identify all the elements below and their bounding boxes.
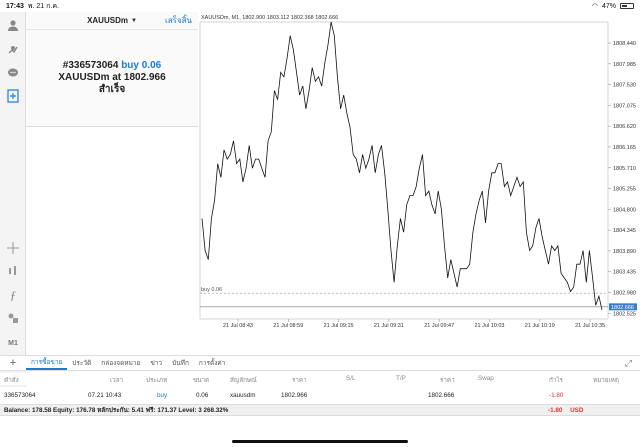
- header-volume: ขนาด: [193, 377, 210, 384]
- last-price-label: 1802.666: [611, 305, 634, 311]
- row-order: 336573064: [4, 392, 36, 399]
- plus-icon[interactable]: +: [0, 357, 26, 369]
- account-icon[interactable]: [4, 16, 22, 34]
- order-price: 1802.966: [123, 72, 166, 83]
- symbol-selector[interactable]: XAUUSDm: [87, 16, 128, 25]
- x-tick-label: 21 Jul 09:15: [324, 323, 354, 329]
- row-type: buy: [157, 392, 168, 399]
- header-price: ราคา: [292, 377, 307, 384]
- y-tick-label: 1804.800: [613, 207, 636, 213]
- y-tick-label: 1803.890: [613, 249, 636, 255]
- battery-percent: 47%: [601, 2, 616, 10]
- trade-result-panel: XAUUSDm ▼ เสร็จสิ้น #336573064 buy 0.06 …: [26, 12, 198, 127]
- y-tick-label: 1805.710: [613, 166, 636, 172]
- tab-mailbox[interactable]: กล่องจดหมาย: [96, 356, 145, 370]
- header-comment: หมายเหตุ: [593, 377, 619, 384]
- trade-signal-icon[interactable]: [4, 40, 22, 58]
- row-symbol: xauusdm: [230, 392, 256, 399]
- status-date: พ. 21 ก.ค.: [27, 2, 59, 10]
- y-tick-label: 1804.345: [613, 228, 636, 234]
- x-tick-label: 21 Jul 08:43: [223, 323, 253, 329]
- y-tick-label: 1807.985: [613, 62, 636, 68]
- done-button[interactable]: เสร็จสิ้น: [165, 14, 192, 27]
- crosshair-icon[interactable]: [4, 239, 22, 257]
- timeframe-m1-icon[interactable]: M1: [4, 334, 22, 352]
- battery-icon: [620, 3, 634, 9]
- x-tick-label: 21 Jul 10:19: [525, 323, 555, 329]
- y-tick-label: 1803.435: [613, 270, 636, 276]
- tab-journal[interactable]: บันทึก: [167, 356, 194, 370]
- header-time: เวลา: [110, 377, 124, 384]
- y-tick-label: 1805.255: [613, 187, 636, 193]
- chart-title: XAUUSDm, M1, 1802.900 1803.112 1802.368 …: [201, 15, 339, 21]
- home-indicator: [232, 440, 408, 443]
- order-result: สำเร็จ: [98, 84, 126, 95]
- y-tick-label: 1807.530: [613, 83, 636, 89]
- indicators-icon[interactable]: [4, 262, 22, 280]
- header-tp: T/P: [396, 375, 406, 382]
- row-cur-price: 1802.666: [428, 392, 455, 399]
- buy-level-label: buy 0.06: [201, 287, 222, 293]
- balance-summary: Balance: 178.58 Equity: 176.78 หลักประกั…: [4, 407, 229, 414]
- chevron-down-icon[interactable]: ▼: [131, 18, 137, 24]
- header-order: คำสั่ง: [4, 377, 19, 384]
- header-profit: กำไร: [549, 377, 563, 384]
- order-symbol-at: XAUUSDm at: [58, 72, 122, 83]
- row-profit: -1.80: [549, 392, 564, 399]
- terminal-tabs: + การซื้อขาย ประวัติ กล่องจดหมาย ข่าว บั…: [0, 355, 640, 371]
- tab-trade[interactable]: การซื้อขาย: [26, 356, 68, 370]
- y-tick-label: 1807.075: [613, 103, 636, 109]
- x-tick-label: 21 Jul 10:03: [475, 323, 505, 329]
- expand-icon[interactable]: ⤢: [625, 358, 632, 369]
- chart-svg[interactable]: 1808.440 1807.985 1807.530 1807.075 1806.620…: [198, 12, 640, 355]
- x-tick-label: 21 Jul 09:47: [424, 323, 454, 329]
- balance-total-profit: -1.80: [548, 406, 563, 414]
- price-series-line: [201, 21, 603, 310]
- tab-history[interactable]: ประวัติ: [67, 356, 96, 370]
- function-icon[interactable]: ƒ: [4, 286, 22, 304]
- balance-currency: USD: [570, 406, 584, 414]
- status-time: 17:43: [6, 2, 24, 10]
- order-side: buy: [121, 60, 139, 71]
- status-bar: 17:43 พ. 21 ก.ค. ◠ 47%: [0, 0, 640, 12]
- order-id: #336573064: [62, 60, 119, 71]
- plot-border: [199, 21, 609, 320]
- left-toolbar: ƒ M1: [0, 12, 26, 387]
- chat-icon[interactable]: [4, 64, 22, 82]
- y-tick-label: 1806.165: [613, 145, 636, 151]
- y-tick-label: 1806.620: [613, 124, 636, 130]
- row-time: 07.21 10:43: [88, 392, 122, 399]
- y-tick-label: 1802.525: [613, 311, 636, 317]
- header-swap: Swap: [478, 375, 494, 382]
- header-type: ประเภท: [146, 377, 168, 384]
- x-tick-label: 21 Jul 08:59: [273, 323, 303, 329]
- x-tick-label: 21 Jul 09:31: [374, 323, 404, 329]
- wifi-icon: ◠: [591, 3, 598, 10]
- header-symbol: สัญลักษณ์: [230, 377, 257, 384]
- table-row[interactable]: 336573064 07.21 10:43 buy 0.06 xauusdm 1…: [0, 389, 640, 403]
- header-cur-price: ราคา: [440, 377, 455, 384]
- empty-panel-area: [26, 127, 198, 387]
- table-header: คำสั่ง เวลา ประเภท ขนาด สัญลักษณ์ ราคา S…: [0, 373, 640, 385]
- price-chart[interactable]: XAUUSDm, M1, 1802.900 1803.112 1802.368 …: [198, 12, 640, 355]
- tab-settings[interactable]: การตั้งค่า: [194, 356, 230, 370]
- header-sl: S/L: [346, 375, 356, 382]
- row-volume: 0.06: [196, 392, 209, 399]
- objects-icon[interactable]: [4, 309, 22, 327]
- tab-news[interactable]: ข่าว: [145, 356, 167, 370]
- new-order-icon[interactable]: [4, 87, 22, 105]
- order-volume: 0.06: [141, 60, 162, 71]
- balance-bar: Balance: 178.58 Equity: 176.78 หลักประกั…: [0, 404, 640, 416]
- row-price: 1802.966: [281, 392, 308, 399]
- y-tick-label: 1808.440: [613, 41, 636, 47]
- y-tick-label: 1802.980: [613, 290, 636, 296]
- x-tick-label: 21 Jul 10:35: [575, 323, 605, 329]
